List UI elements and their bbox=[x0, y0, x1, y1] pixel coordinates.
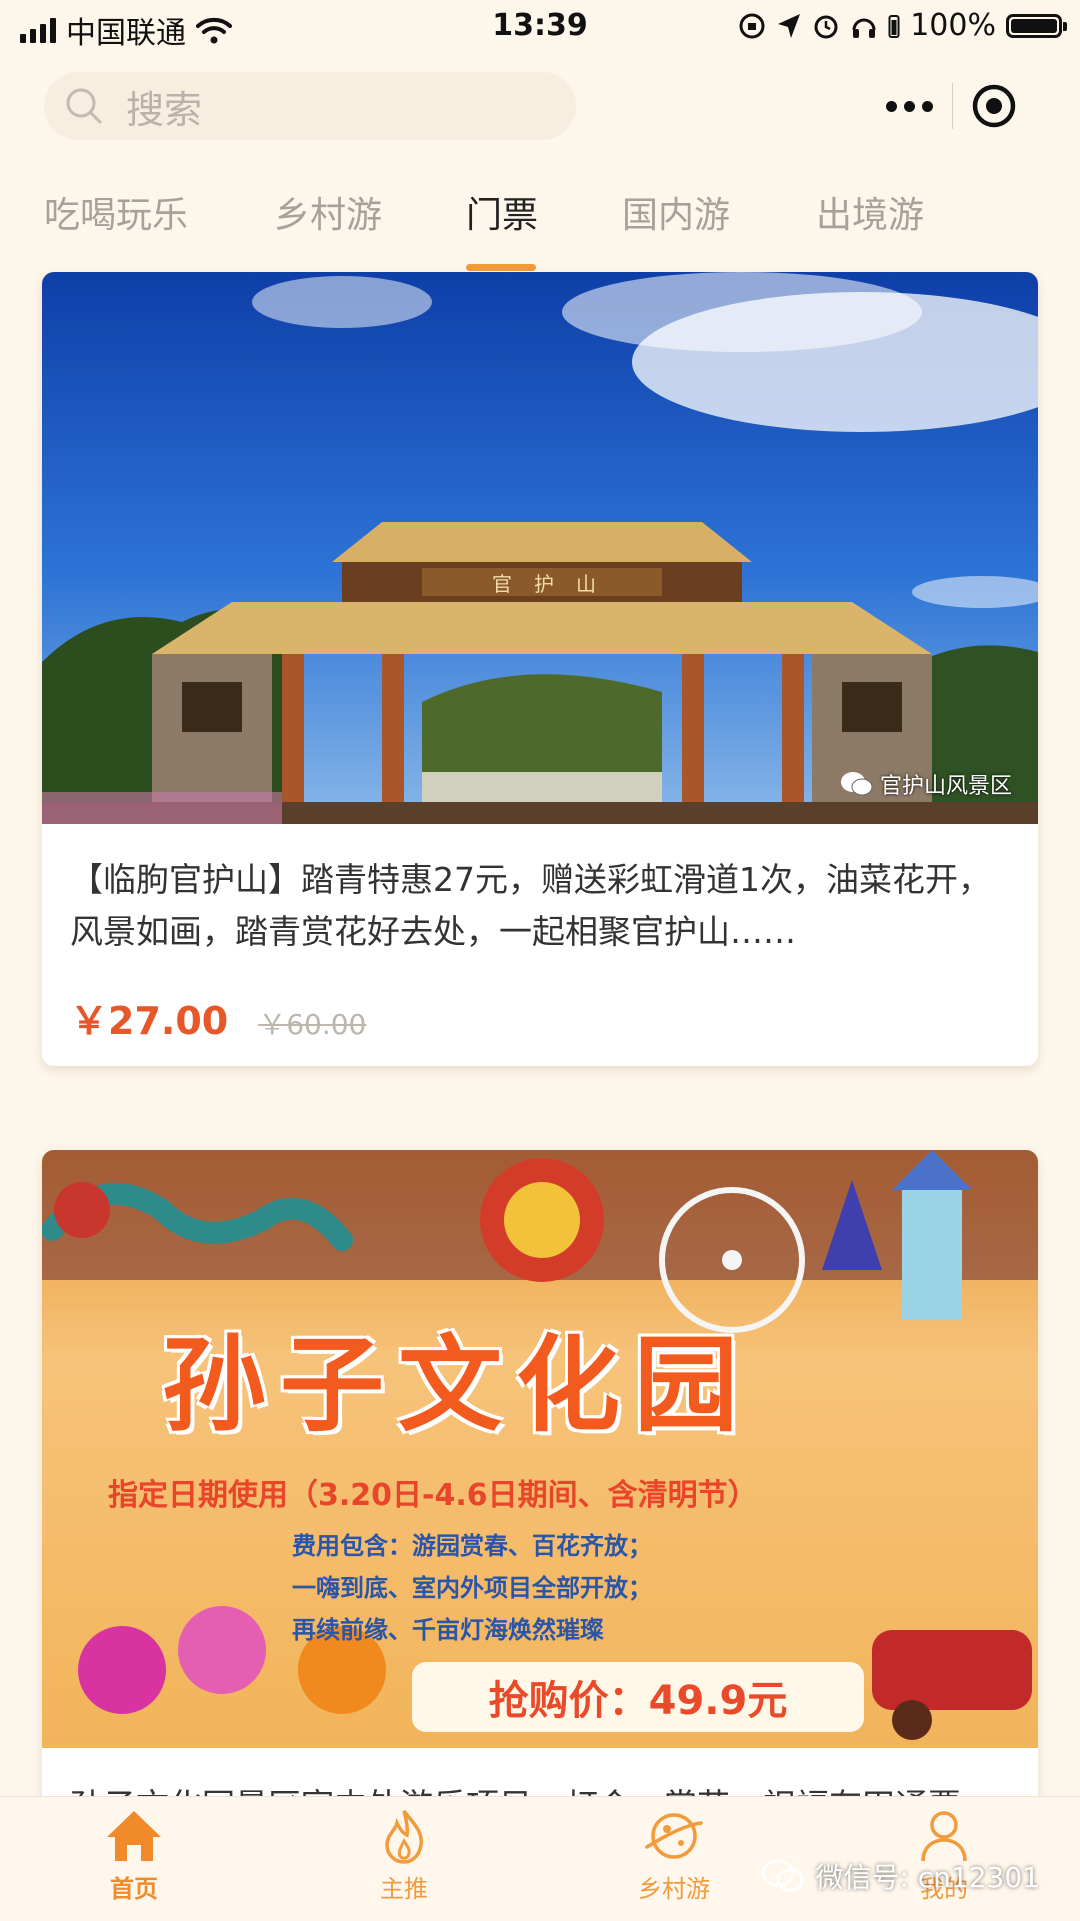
nav-featured[interactable]: 主推 bbox=[344, 1807, 464, 1904]
mini-program-capsule bbox=[868, 70, 1036, 142]
status-right: 100% bbox=[738, 8, 1067, 43]
product-title: 【临朐官护山】踏青特惠27元，赠送彩虹滑道1次，油菜花开，风景如画，踏青赏花好去… bbox=[70, 860, 991, 951]
battery-percent: 100% bbox=[910, 8, 996, 43]
original-price: ￥60.00 bbox=[258, 1008, 367, 1041]
battery-icon bbox=[1006, 13, 1067, 38]
watermark-account: 微信号: cn12301 bbox=[815, 1861, 1040, 1894]
sale-price: ￥27.00 bbox=[70, 999, 229, 1043]
image-watermark: 官护山风景区 bbox=[840, 768, 1012, 800]
product-image: 官护山 官护山风景区 bbox=[42, 272, 1038, 824]
home-icon bbox=[107, 1811, 161, 1861]
category-tabs: 吃喝玩乐 乡村游 门票 国内游 出境游 bbox=[0, 186, 1080, 268]
battery-level bbox=[1011, 18, 1057, 33]
poster-subtitle: 指定日期使用（3.20日-4.6日期间、含清明节） bbox=[108, 1478, 758, 1513]
poster-deal-banner: 抢购价：49.9元 bbox=[412, 1662, 864, 1732]
search-placeholder: 搜索 bbox=[126, 87, 203, 132]
wechat-icon bbox=[840, 772, 873, 796]
nav-rural-tour-label: 乡村游 bbox=[638, 1875, 710, 1903]
scenic-gate-image bbox=[42, 272, 1038, 824]
rotation-lock-icon bbox=[739, 13, 765, 38]
product-card[interactable]: 官护山 官护山风景区 【临朐官护山】踏青特惠27元，赠送彩虹滑道1次，油菜花开，… bbox=[42, 272, 1038, 1066]
product-card[interactable]: 孙子文化园 指定日期使用（3.20日-4.6日期间、含清明节） 费用包含：游园赏… bbox=[42, 1150, 1038, 1810]
search-bar[interactable]: 搜索 bbox=[44, 72, 576, 140]
battery-small-icon bbox=[888, 14, 900, 38]
flame-icon bbox=[385, 1809, 423, 1864]
nav-featured-label: 主推 bbox=[380, 1875, 428, 1903]
product-poster: 孙子文化园 指定日期使用（3.20日-4.6日期间、含清明节） 费用包含：游园赏… bbox=[42, 1150, 1038, 1748]
poster-headline: 孙子文化园 bbox=[162, 1324, 753, 1446]
poster-line-3: 再续前缘、千亩灯海焕然璀璨 bbox=[292, 1616, 604, 1644]
poster-line-2: 一嗨到底、室内外项目全部开放； bbox=[292, 1574, 652, 1602]
status-bar: 中国联通 13:39 100% bbox=[0, 0, 1080, 54]
tab-eat-drink[interactable]: 吃喝玩乐 bbox=[44, 186, 188, 238]
search-icon bbox=[66, 88, 102, 124]
tab-tickets[interactable]: 门票 bbox=[466, 186, 538, 238]
dot-icon bbox=[886, 100, 898, 112]
tab-domestic-tour[interactable]: 国内游 bbox=[622, 186, 730, 238]
close-miniprogram-button[interactable] bbox=[953, 70, 1037, 142]
watermark-text: 官护山风景区 bbox=[879, 774, 1012, 799]
tab-rural-tour[interactable]: 乡村游 bbox=[274, 186, 382, 238]
tab-outbound-tour[interactable]: 出境游 bbox=[816, 186, 924, 238]
wechat-watermark: 微信号: cn12301 bbox=[761, 1856, 1040, 1896]
gate-plaque-text: 官护山 bbox=[492, 572, 618, 596]
price-row: ￥27.00 ￥60.00 bbox=[70, 990, 366, 1045]
dot-icon bbox=[922, 100, 934, 112]
active-tab-indicator bbox=[466, 264, 536, 271]
nav-home[interactable]: 首页 bbox=[74, 1807, 194, 1904]
poster-deal-text: 抢购价：49.9元 bbox=[488, 1678, 788, 1724]
nav-home-label: 首页 bbox=[110, 1875, 158, 1903]
headphones-icon bbox=[852, 18, 876, 38]
alarm-icon bbox=[814, 15, 838, 38]
planet-icon bbox=[645, 1813, 703, 1859]
more-options-button[interactable] bbox=[868, 70, 952, 142]
target-icon bbox=[973, 84, 1016, 128]
location-icon bbox=[778, 13, 801, 38]
dot-icon bbox=[904, 100, 916, 112]
nav-rural-tour[interactable]: 乡村游 bbox=[614, 1807, 734, 1904]
wechat-icon bbox=[761, 1859, 804, 1892]
poster-line-1: 费用包含：游园赏春、百花齐放； bbox=[292, 1532, 652, 1560]
